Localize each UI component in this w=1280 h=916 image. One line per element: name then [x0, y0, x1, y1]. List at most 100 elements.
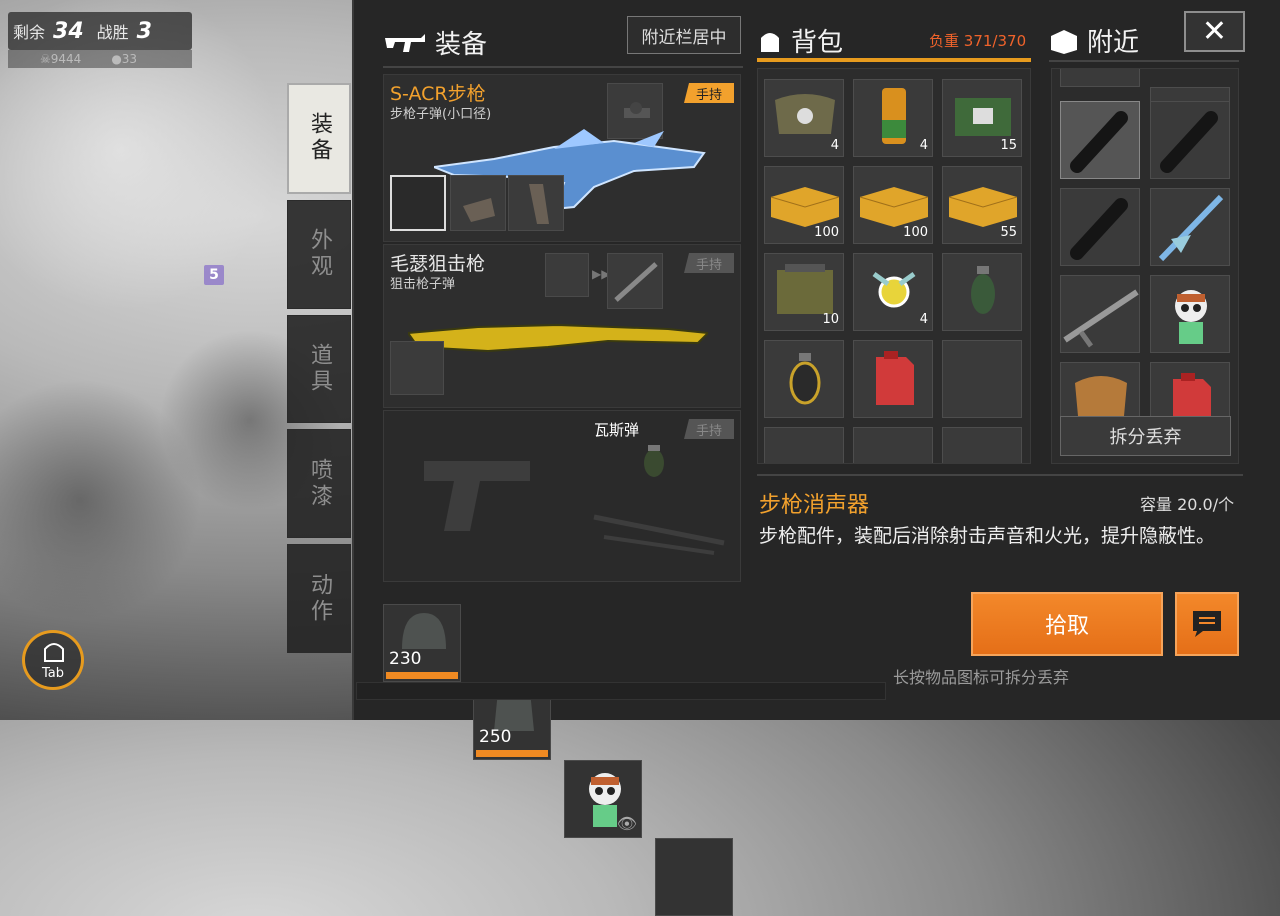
gun-icon — [385, 33, 425, 52]
chat-icon — [1193, 611, 1221, 637]
muzzle-slot[interactable] — [390, 175, 446, 231]
helmet-durability: 230 — [389, 649, 422, 669]
backpack-item[interactable] — [853, 340, 933, 418]
kills-value: 9444 — [50, 52, 82, 66]
empty-armor-slot[interactable] — [655, 838, 733, 916]
backpack-item[interactable] — [942, 427, 1022, 463]
item-description: 步枪配件，装配后消除射击声音和火光，提升隐蔽性。 — [759, 525, 1216, 547]
tab-label: Tab — [41, 666, 64, 681]
backpack-item[interactable] — [942, 253, 1022, 331]
kills-stat: ☠9444 — [40, 52, 81, 66]
backpack-item[interactable] — [764, 427, 844, 463]
hand-tag: 手持 — [684, 83, 734, 103]
side-tabs: 装备 外观 道具 喷漆 动作 — [287, 83, 351, 653]
other-stat: ●33 — [111, 52, 137, 66]
nearby-item[interactable] — [1060, 101, 1140, 179]
score-box: 剩余 34 战胜 3 — [8, 12, 192, 50]
nearby-item[interactable] — [1060, 188, 1140, 266]
backpack-item[interactable] — [853, 427, 933, 463]
tab-equipment[interactable]: 装备 — [287, 83, 351, 194]
attachment-slot[interactable] — [545, 253, 589, 297]
message-button[interactable] — [1175, 592, 1239, 656]
kill-icon: ☠ — [40, 52, 51, 66]
nearby-item[interactable] — [1150, 101, 1230, 179]
backpack-item[interactable] — [764, 340, 844, 418]
nearby-cell-partial[interactable] — [1060, 69, 1140, 87]
nearby-item[interactable] — [1150, 275, 1230, 353]
tab-spray[interactable]: 喷漆 — [287, 429, 351, 539]
equipment-header: 装备 — [383, 24, 487, 61]
other-value: 33 — [121, 52, 138, 66]
item-count: 100 — [814, 225, 839, 240]
wins-value: 3 — [136, 18, 152, 44]
close-button[interactable]: ✕ — [1184, 11, 1245, 52]
weight-bar — [757, 58, 1031, 62]
split-discard-button[interactable]: 拆分丢弃 — [1060, 416, 1231, 456]
primary-weapon-name: S-ACR步枪 — [390, 83, 486, 105]
helmet-slot[interactable]: 230 — [383, 604, 461, 682]
panda-backpack-icon — [1151, 290, 1231, 358]
backpack-item[interactable] — [942, 340, 1022, 418]
backpack-icon — [44, 643, 64, 662]
item-count: 4 — [919, 138, 928, 153]
primary-ammo: 步枪子弹(小口径) — [390, 107, 492, 122]
item-count: 10 — [822, 312, 839, 327]
backpack-item[interactable]: 55 — [942, 166, 1022, 244]
nearby-header: 附近 — [1049, 22, 1139, 59]
throwable-card[interactable]: 瓦斯弹 手持 — [383, 410, 741, 582]
backpack-item[interactable]: 100 — [853, 166, 933, 244]
secondary-weapon-name: 毛瑟狙击枪 — [390, 253, 486, 275]
tab-emote[interactable]: 动作 — [287, 544, 351, 653]
backpack-header: 背包 — [757, 22, 843, 59]
capacity-label: 容量 — [1140, 495, 1173, 514]
suppressor-icon — [1061, 198, 1141, 271]
backpack-title: 背包 — [791, 28, 844, 58]
backpack-item[interactable]: 4 — [853, 79, 933, 157]
grip-slot[interactable] — [450, 175, 506, 231]
helmet-bar — [386, 672, 458, 679]
item-count: 55 — [1000, 225, 1017, 240]
backpack-item[interactable]: 100 — [764, 166, 844, 244]
backpack-item[interactable]: 4 — [764, 79, 844, 157]
magazine-slot[interactable] — [508, 175, 564, 231]
capacity-value: 20.0/个 — [1177, 495, 1235, 514]
backpack-slot[interactable]: 👁 — [564, 760, 642, 838]
backpack-item[interactable]: 4 — [853, 253, 933, 331]
hand-tag: 手持 — [684, 253, 734, 273]
magazine-icon — [529, 184, 549, 224]
tab-backpack-button[interactable]: Tab — [22, 630, 84, 690]
pick-up-button[interactable]: 拾取 — [971, 592, 1163, 656]
tab-appearance[interactable]: 外观 — [287, 199, 351, 309]
weight-readout: 负重 371/370 — [929, 30, 1026, 51]
vest-bar — [476, 750, 548, 757]
melee-silhouette-icon — [593, 514, 725, 555]
nearby-item[interactable] — [1060, 275, 1140, 353]
nearby-grid[interactable] — [1051, 68, 1239, 464]
backpack-grid[interactable]: 4 4 15 100 100 55 10 4 — [757, 68, 1031, 464]
capacity: 容量 20.0/个 — [1140, 491, 1234, 515]
sniper-scope-icon — [614, 262, 658, 302]
secondary-attachment-slot[interactable] — [390, 341, 444, 395]
bottom-scrollbar[interactable] — [356, 682, 886, 700]
smoke-grenade-icon — [943, 266, 1023, 336]
secondary-weapon-card[interactable]: 毛瑟狙击枪 狙击枪子弹 手持 ▶▶ — [383, 244, 741, 408]
nearby-item[interactable] — [1150, 188, 1230, 266]
nearby-title: 附近 — [1087, 28, 1140, 58]
equipment-title: 装备 — [435, 30, 488, 60]
item-count: 100 — [903, 225, 928, 240]
rifle-icon — [1061, 289, 1141, 358]
eye-icon[interactable]: 👁 — [617, 814, 637, 833]
item-count: 4 — [830, 138, 839, 153]
backpack-item[interactable]: 15 — [942, 79, 1022, 157]
divider — [757, 474, 1243, 476]
suppressor-icon — [1061, 111, 1141, 184]
coin-icon: ● — [111, 52, 122, 66]
tab-props[interactable]: 道具 — [287, 314, 351, 424]
gas-grenade-icon — [765, 353, 845, 423]
divider — [383, 66, 743, 68]
suppressor-icon — [1151, 111, 1231, 184]
primary-weapon-card[interactable]: S-ACR步枪 步枪子弹(小口径) 手持 — [383, 74, 741, 242]
backpack-item[interactable]: 10 — [764, 253, 844, 331]
nearby-center-button[interactable]: 附近栏居中 — [627, 16, 741, 54]
sniper-scope-slot[interactable] — [607, 253, 663, 309]
